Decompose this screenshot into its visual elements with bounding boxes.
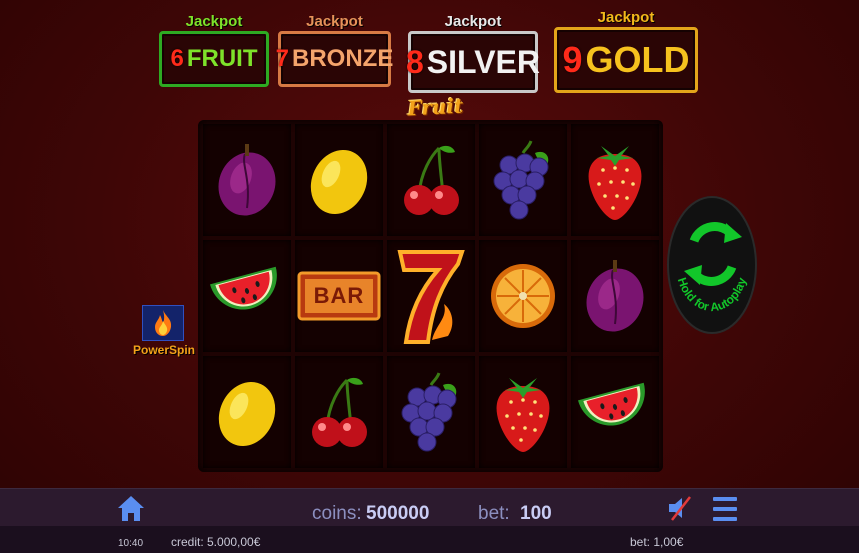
jackpot-name: FRUIT (186, 45, 258, 72)
reel-symbol-plum (203, 124, 291, 236)
reel-symbol-watermelon (203, 240, 291, 352)
lemon-icon (310, 149, 368, 215)
reel-symbol-cherries (387, 124, 475, 236)
strawberry-icon (588, 146, 642, 220)
lemon-icon (218, 381, 276, 447)
jackpot-name: SILVER (426, 43, 540, 80)
reel-symbol-grapes (479, 124, 567, 236)
jackpot-fruit: Jackpot 6 FRUIT (159, 14, 269, 87)
jackpot-number: 6 (170, 45, 184, 72)
reel-symbol-grapes (387, 356, 475, 468)
jackpot-title: Jackpot (597, 9, 655, 26)
grapes-icon (401, 372, 457, 452)
strawberry-icon (496, 378, 550, 452)
watermelon-icon (210, 266, 277, 310)
jackpot-box: 8 SILVER (406, 31, 540, 93)
jackpot-title: Jackpot (306, 13, 363, 30)
seven-icon (397, 250, 465, 344)
reel-grid: BAR (198, 120, 663, 472)
reel-symbol-strawberry (479, 356, 567, 468)
bet-label: bet: (478, 503, 510, 524)
jackpot-bronze: Jackpot 7 BRONZE (275, 13, 394, 87)
reel-symbol-plum (571, 240, 659, 352)
jackpot-title: Jackpot (444, 13, 502, 30)
cherries-icon (404, 145, 459, 215)
orange-icon (491, 264, 555, 328)
cherries-icon (312, 377, 367, 447)
jackpot-box: 7 BRONZE (275, 31, 394, 87)
reel-symbol-bar: BAR (295, 240, 383, 352)
clock-time: 10:40 (118, 538, 144, 549)
jackpot-title: Jackpot (185, 13, 243, 30)
jackpot-name: BRONZE (292, 45, 394, 72)
jackpot-number: 9 (562, 39, 583, 80)
powerspin-label: PowerSpin (133, 343, 196, 357)
jackpot-number: 8 (406, 43, 424, 80)
plum-icon (586, 260, 644, 332)
plum-icon (218, 144, 276, 216)
jackpot-number: 7 (275, 45, 290, 72)
jackpot-silver: Jackpot 8 SILVER (406, 13, 540, 93)
flame-icon (142, 305, 184, 341)
reel-symbol-lemon (295, 124, 383, 236)
speaker-muted-icon[interactable] (666, 494, 694, 527)
bar-symbol-label: BAR (313, 283, 365, 308)
credit-display: credit: 5.000,00€ (171, 535, 261, 549)
reel-symbol-seven (387, 240, 475, 352)
powerspin-button[interactable]: PowerSpin (133, 305, 196, 357)
coins-value[interactable]: 500000 (366, 503, 429, 525)
home-icon[interactable] (117, 494, 145, 527)
spin-button[interactable]: Hold for Autoplay (666, 195, 758, 335)
jackpot-name: GOLD (585, 39, 690, 80)
reel-symbol-orange (479, 240, 567, 352)
bet-display: bet: 1,00€ (630, 535, 684, 549)
coins-label: coins: (312, 503, 362, 524)
reel-symbol-watermelon (571, 356, 659, 468)
reel-symbol-lemon (203, 356, 291, 468)
jackpot-gold: Jackpot 9 GOLD (554, 10, 698, 93)
reel-symbol-cherries (295, 356, 383, 468)
grapes-icon (493, 140, 549, 220)
hamburger-menu-icon[interactable] (712, 495, 738, 528)
watermelon-icon (578, 382, 645, 426)
jackpot-box: 6 FRUIT (159, 31, 269, 87)
bottom-control-bar: coins: 500000 bet: 100 (0, 488, 859, 527)
jackpot-box: 9 GOLD (554, 27, 698, 93)
reel-symbol-strawberry (571, 124, 659, 236)
bet-value[interactable]: 100 (520, 503, 552, 525)
info-bar: 10:40 credit: 5.000,00€ bet: 1,00€ (0, 526, 859, 553)
